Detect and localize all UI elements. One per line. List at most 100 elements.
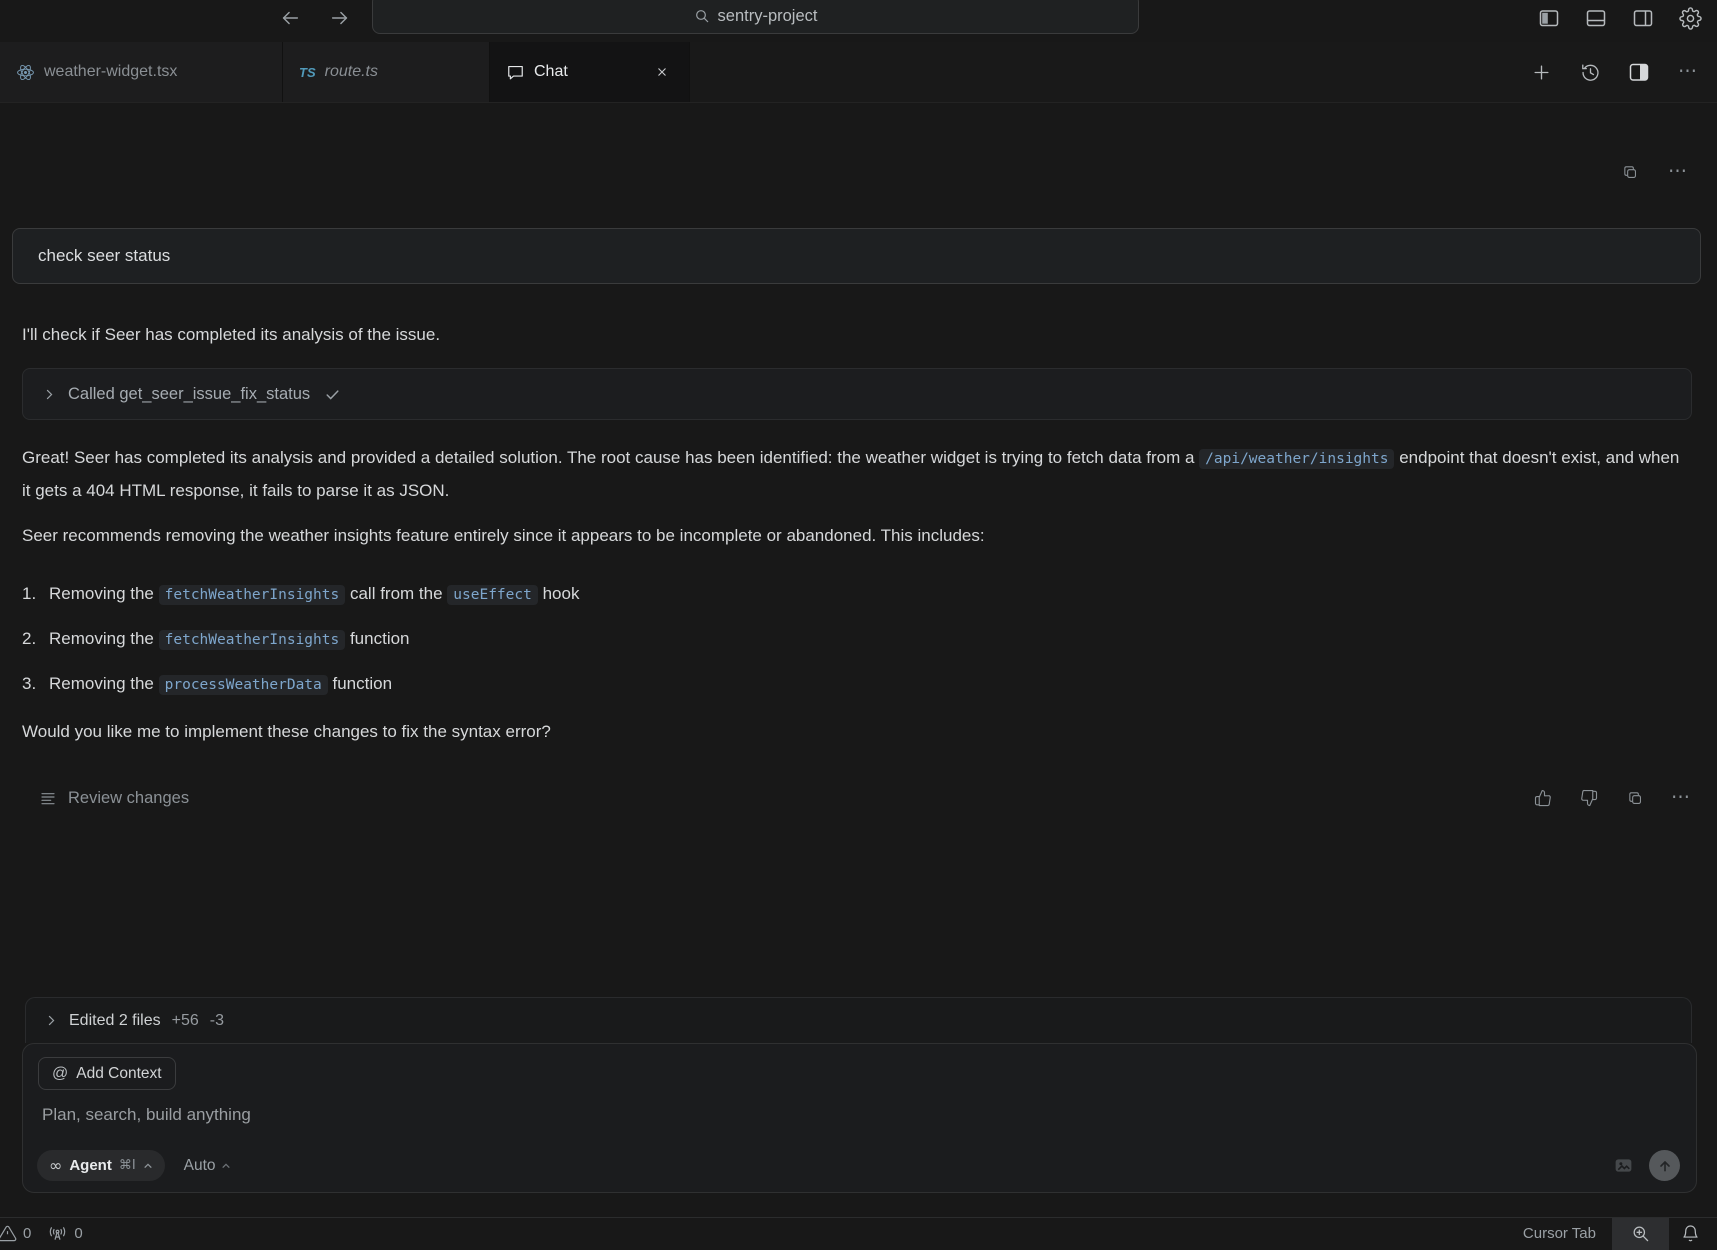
editor-tab-bar: weather-widget.tsx TS route.ts Chat ⋯ bbox=[0, 42, 1717, 103]
new-chat-button[interactable] bbox=[1528, 59, 1554, 85]
command-center-search[interactable]: sentry-project bbox=[372, 0, 1139, 34]
thumbs-down-icon bbox=[1580, 789, 1598, 807]
ports-count: 0 bbox=[74, 1225, 83, 1242]
nav-forward-button[interactable] bbox=[328, 6, 352, 30]
copy-icon bbox=[1622, 164, 1639, 181]
review-changes-row: Review changes ⋯ bbox=[40, 787, 1692, 809]
model-selector[interactable]: Auto bbox=[184, 1157, 231, 1175]
search-value: sentry-project bbox=[717, 6, 818, 25]
panel-right-icon bbox=[1631, 6, 1655, 30]
chat-input-box[interactable]: @ Add Context Plan, search, build anythi… bbox=[22, 1043, 1697, 1193]
chevron-right-icon bbox=[43, 388, 56, 401]
assistant-paragraph: Seer recommends removing the weather ins… bbox=[22, 526, 985, 545]
close-tab-button[interactable] bbox=[651, 61, 673, 83]
list-item-number: 1. bbox=[22, 584, 37, 603]
additions-count: +56 bbox=[171, 1011, 199, 1029]
chevron-up-icon bbox=[221, 1161, 231, 1171]
panel-left-icon bbox=[1537, 6, 1561, 30]
gear-icon bbox=[1678, 6, 1702, 30]
add-context-label: Add Context bbox=[76, 1064, 162, 1082]
notifications-button[interactable] bbox=[1669, 1224, 1717, 1243]
plus-icon bbox=[1532, 63, 1551, 82]
list-item: 1. Removing the fetchWeatherInsights cal… bbox=[22, 581, 1692, 608]
arrow-left-icon bbox=[279, 7, 301, 29]
at-icon: @ bbox=[52, 1064, 69, 1082]
image-icon bbox=[1613, 1155, 1634, 1176]
assistant-question-text: Would you like me to implement these cha… bbox=[22, 722, 551, 741]
list-item-text: Removing the fetchWeatherInsights functi… bbox=[49, 629, 410, 650]
arrow-right-icon bbox=[329, 7, 351, 29]
infinity-icon: ∞ bbox=[49, 1155, 63, 1175]
chat-panel: ⋯ check seer status I'll check if Seer h… bbox=[0, 103, 1717, 1217]
broadcast-tower-icon bbox=[47, 1223, 68, 1244]
assistant-paragraph: Great! Seer has completed its analysis a… bbox=[22, 448, 1680, 500]
send-button[interactable] bbox=[1649, 1150, 1680, 1181]
tool-call-row[interactable]: Called get_seer_issue_fix_status bbox=[22, 368, 1692, 420]
title-bar: sentry-project bbox=[0, 0, 1717, 42]
list-item-text: Removing the fetchWeatherInsights call f… bbox=[49, 584, 580, 605]
arrow-up-icon bbox=[1657, 1158, 1673, 1174]
model-label: Auto bbox=[183, 1156, 216, 1174]
thumbs-up-button[interactable] bbox=[1532, 787, 1554, 809]
tool-call-label: Called get_seer_issue_fix_status bbox=[68, 384, 311, 403]
zoom-in-button[interactable] bbox=[1612, 1217, 1669, 1250]
chat-input-placeholder: Plan, search, build anything bbox=[42, 1105, 251, 1124]
attach-image-button[interactable] bbox=[1612, 1155, 1634, 1177]
warning-triangle-icon bbox=[0, 1224, 17, 1243]
deletions-count: -3 bbox=[209, 1011, 224, 1029]
toggle-secondary-sidebar-button[interactable] bbox=[1630, 5, 1656, 31]
toggle-chat-panel-button[interactable] bbox=[1626, 59, 1652, 85]
ellipsis-icon: ⋯ bbox=[1678, 61, 1698, 82]
response-more-button[interactable]: ⋯ bbox=[1670, 787, 1692, 809]
chevron-up-icon bbox=[143, 1161, 153, 1171]
agent-shortcut-label: ⌘I bbox=[118, 1158, 136, 1173]
settings-button[interactable] bbox=[1677, 5, 1703, 31]
list-item-number: 2. bbox=[22, 629, 37, 648]
history-clock-icon bbox=[1580, 62, 1601, 83]
ports-status[interactable]: 0 bbox=[39, 1223, 90, 1244]
chevron-right-icon bbox=[45, 1014, 58, 1027]
add-context-button[interactable]: @ Add Context bbox=[38, 1057, 176, 1090]
copy-response-button[interactable] bbox=[1624, 787, 1646, 809]
conversation-more-button[interactable]: ⋯ bbox=[1667, 161, 1689, 183]
ellipsis-icon: ⋯ bbox=[1671, 787, 1691, 808]
panel-right-filled-icon bbox=[1627, 60, 1651, 84]
assistant-intro-text: I'll check if Seer has completed its ana… bbox=[22, 325, 441, 344]
nav-back-button[interactable] bbox=[278, 6, 302, 30]
magnifier-plus-icon bbox=[1631, 1224, 1650, 1243]
list-item: 2. Removing the fetchWeatherInsights fun… bbox=[22, 626, 1692, 653]
status-bar: 0 0 Cursor Tab bbox=[0, 1217, 1717, 1250]
problems-status[interactable]: 0 bbox=[0, 1224, 39, 1243]
toggle-primary-sidebar-button[interactable] bbox=[1536, 5, 1562, 31]
search-icon bbox=[694, 8, 710, 24]
edited-files-bar[interactable]: Edited 2 files +56 -3 bbox=[25, 997, 1692, 1043]
more-actions-button[interactable]: ⋯ bbox=[1675, 59, 1701, 85]
tab-weather-widget[interactable]: weather-widget.tsx bbox=[0, 42, 283, 102]
cursor-tab-status[interactable]: Cursor Tab bbox=[1507, 1225, 1612, 1242]
react-icon bbox=[16, 63, 35, 82]
agent-mode-selector[interactable]: ∞ Agent ⌘I bbox=[37, 1150, 165, 1181]
agent-mode-label: Agent bbox=[69, 1157, 112, 1174]
thumbs-down-button[interactable] bbox=[1578, 787, 1600, 809]
copy-conversation-button[interactable] bbox=[1619, 161, 1641, 183]
review-changes-label: Review changes bbox=[68, 788, 190, 807]
copy-icon bbox=[1627, 790, 1644, 807]
tab-route-ts[interactable]: TS route.ts bbox=[283, 42, 490, 102]
list-item-text: Removing the processWeatherData function bbox=[49, 674, 393, 695]
panel-bottom-icon bbox=[1584, 6, 1608, 30]
tab-label: Chat bbox=[534, 63, 568, 80]
list-lines-icon bbox=[40, 790, 56, 806]
review-changes-button[interactable]: Review changes bbox=[40, 789, 189, 808]
bell-icon bbox=[1681, 1224, 1700, 1243]
list-item: 3. Removing the processWeatherData funct… bbox=[22, 671, 1692, 698]
ellipsis-icon: ⋯ bbox=[1668, 161, 1688, 182]
tab-chat[interactable]: Chat bbox=[490, 42, 690, 102]
check-icon bbox=[324, 386, 341, 403]
cursor-tab-label: Cursor Tab bbox=[1522, 1225, 1596, 1242]
typescript-icon: TS bbox=[299, 64, 316, 80]
problems-count: 0 bbox=[23, 1225, 32, 1242]
user-message[interactable]: check seer status bbox=[12, 228, 1701, 284]
chat-history-button[interactable] bbox=[1577, 59, 1603, 85]
list-item-number: 3. bbox=[22, 674, 37, 693]
toggle-panel-button[interactable] bbox=[1583, 5, 1609, 31]
